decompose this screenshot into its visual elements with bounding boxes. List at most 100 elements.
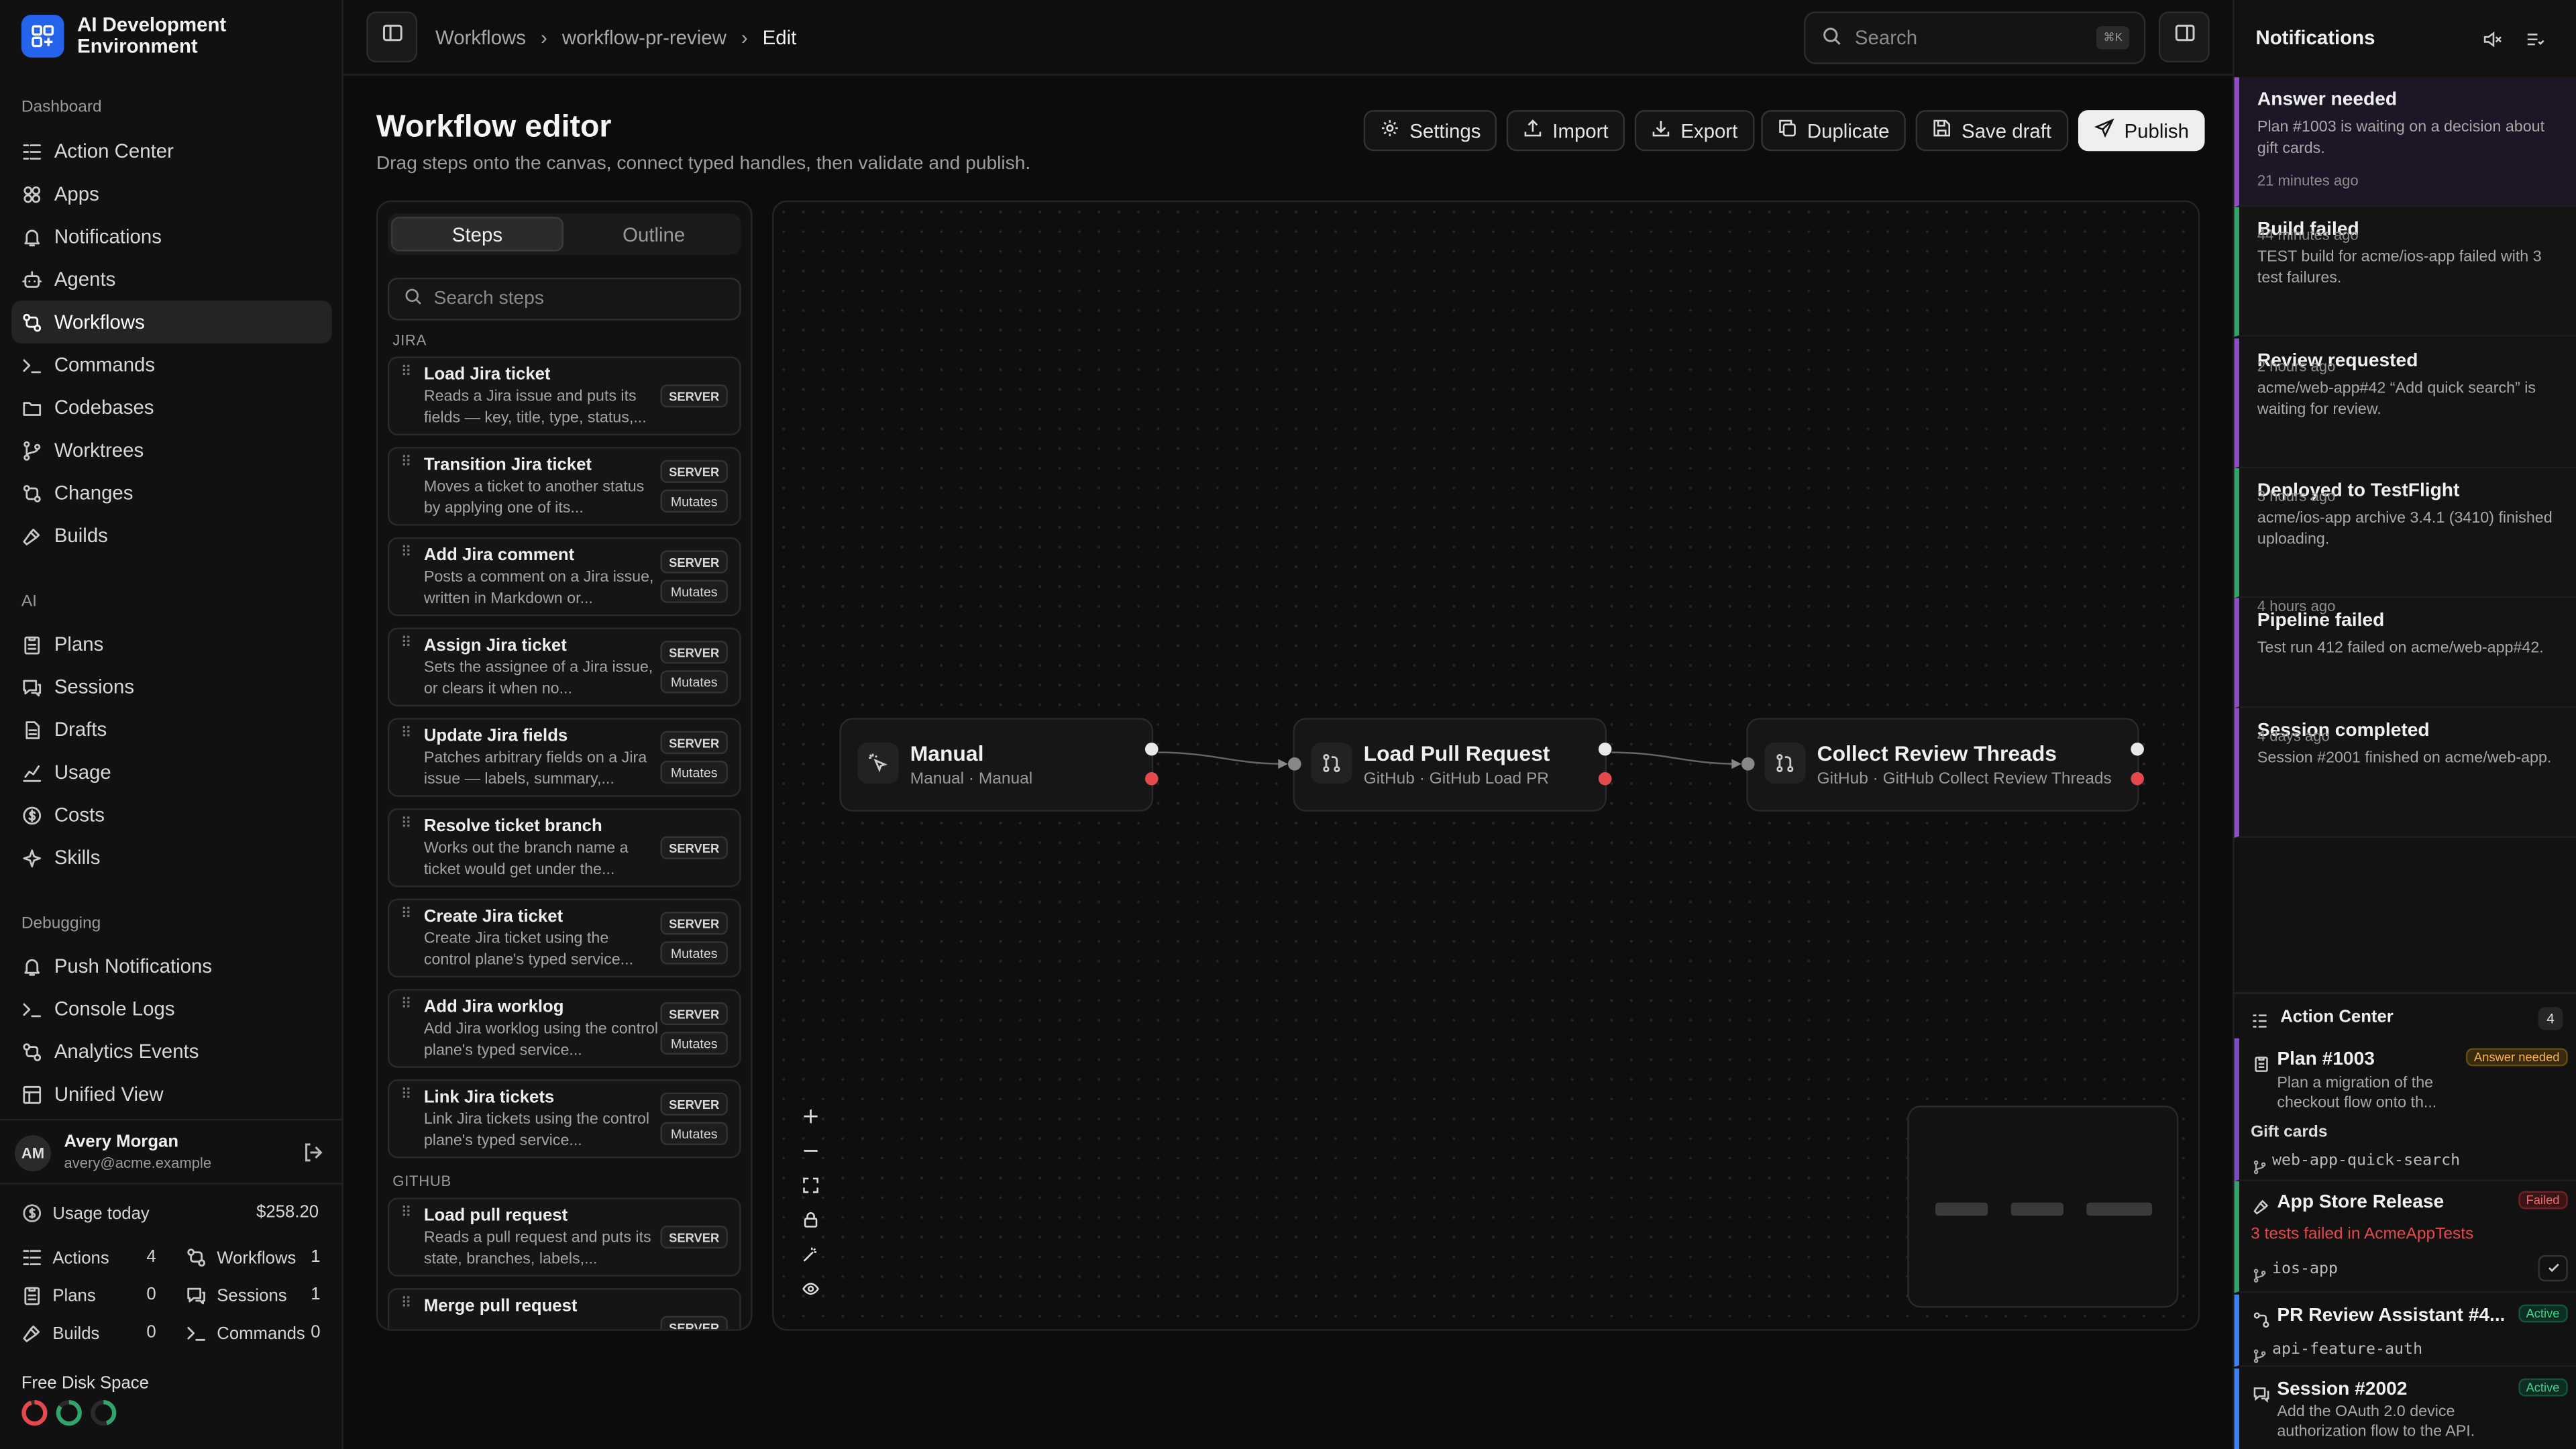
workflow-node-load-pull-request[interactable]: Load Pull Request GitHub · GitHub Load P… [1288, 718, 1612, 812]
edge[interactable] [1611, 751, 1740, 765]
input-handle[interactable] [1741, 757, 1755, 771]
toggle-notifications-button[interactable] [2158, 11, 2210, 63]
drag-handle-icon[interactable]: ⠿ [401, 1295, 412, 1310]
notification-item[interactable]: Pipeline failed Test run 412 failed on ac… [2234, 598, 2576, 708]
publish-button[interactable]: Publish [2078, 110, 2206, 152]
fit-view-icon[interactable] [794, 1168, 828, 1202]
sidebar-item-builds[interactable]: Builds [11, 515, 332, 557]
sidebar-item-commands[interactable]: Commands [11, 343, 332, 386]
toggle-sidebar-button[interactable] [366, 11, 418, 63]
global-search-input[interactable]: Search ⌘K [1804, 11, 2146, 64]
stat-actions[interactable]: Actions [21, 1247, 109, 1269]
stat-sessions[interactable]: Sessions [186, 1285, 287, 1306]
drag-handle-icon[interactable]: ⠿ [401, 996, 412, 1011]
drag-handle-icon[interactable]: ⠿ [401, 454, 412, 469]
drag-handle-icon[interactable]: ⠿ [401, 364, 412, 378]
drag-handle-icon[interactable]: ⠿ [401, 1205, 412, 1220]
sidebar-item-skills[interactable]: Skills [11, 837, 332, 879]
tab-outline[interactable]: Outline [572, 217, 736, 251]
sidebar-item-drafts[interactable]: Drafts [11, 708, 332, 751]
notification-item[interactable]: Review requested acme/web-app#42 “Add qui… [2234, 338, 2576, 468]
sidebar-item-sessions[interactable]: Sessions [11, 665, 332, 708]
sidebar-item-console-logs[interactable]: Console Logs [11, 987, 332, 1030]
action-item-pr-review-assistant[interactable]: PR Review Assistant #4... Active api-fea… [2234, 1294, 2576, 1367]
notification-item[interactable]: Session completed Session #2001 finished … [2234, 708, 2576, 838]
output-handle[interactable] [1144, 742, 1159, 756]
sidebar-item-workflows[interactable]: Workflows [11, 301, 332, 343]
sidebar-item-agents[interactable]: Agents [11, 258, 332, 301]
import-button[interactable]: Import [1506, 110, 1625, 152]
workflow-node-collect-review-threads[interactable]: Collect Review Threads GitHub · GitHub C… [1741, 718, 2144, 812]
error-handle[interactable] [1144, 772, 1159, 786]
workflow-node-manual[interactable]: Manual Manual · Manual [839, 718, 1159, 812]
sidebar-item-notifications[interactable]: Notifications [11, 215, 332, 258]
duplicate-button[interactable]: Duplicate [1761, 110, 1906, 152]
output-handle[interactable] [1598, 742, 1612, 756]
mute-icon[interactable] [2482, 28, 2502, 58]
action-item-plan[interactable]: Plan #1003 Answer needed Plan a migratio… [2234, 1038, 2576, 1181]
brand[interactable]: AI Development Environment [21, 14, 274, 58]
save-draft-button[interactable]: Save draft [1915, 110, 2068, 152]
mark-all-read-icon[interactable] [2525, 28, 2544, 58]
drag-handle-icon[interactable]: ⠿ [401, 816, 412, 830]
notification-item[interactable]: Build failed TEST build for acme/ios-app … [2234, 207, 2576, 337]
sidebar-item-changes[interactable]: Changes [11, 472, 332, 515]
drag-handle-icon[interactable]: ⠿ [401, 725, 412, 740]
step-card[interactable]: ⠿ Resolve ticket branch Works out the bran… [387, 808, 741, 888]
step-card[interactable]: ⠿ Link Jira tickets Link Jira tickets usin… [387, 1079, 741, 1159]
stat-plans[interactable]: Plans [21, 1285, 96, 1306]
edge[interactable] [1158, 751, 1287, 765]
acknowledge-button[interactable] [2538, 1255, 2568, 1282]
stat-builds[interactable]: Builds [21, 1322, 99, 1344]
tab-steps[interactable]: Steps [390, 217, 564, 252]
step-card[interactable]: ⠿ Assign Jira ticket Sets the assignee of … [387, 627, 741, 707]
sidebar-item-plans[interactable]: Plans [11, 623, 332, 665]
eye-icon[interactable] [794, 1272, 828, 1306]
step-card[interactable]: ⠿ Create Jira ticket Create Jira ticket us… [387, 898, 741, 978]
sidebar-item-apps[interactable]: Apps [11, 172, 332, 215]
disk-ring[interactable] [21, 1400, 48, 1426]
workflow-canvas[interactable]: Manual Manual · Manual Load Pull Request… [772, 200, 2200, 1331]
settings-button[interactable]: Settings [1363, 110, 1497, 152]
notification-item[interactable]: Deployed to TestFlight acme/ios-app archi… [2234, 468, 2576, 598]
step-card[interactable]: ⠿ Update Jira fields Patches arbitrary fie… [387, 718, 741, 797]
notification-item[interactable]: Answer needed Plan #1003 is waiting on a … [2234, 77, 2576, 207]
export-button[interactable]: Export [1634, 110, 1754, 152]
step-card[interactable]: ⠿ Merge pull request SERVER [387, 1288, 741, 1330]
zoom-out-icon[interactable] [794, 1134, 828, 1168]
auto-layout-icon[interactable] [794, 1237, 828, 1271]
step-card[interactable]: ⠿ Add Jira comment Posts a comment on a Ji… [387, 537, 741, 616]
breadcrumb-workflows[interactable]: Workflows [435, 26, 526, 49]
drag-handle-icon[interactable]: ⠿ [401, 1087, 412, 1102]
user-profile[interactable]: AM Avery Morgan avery@acme.example [0, 1118, 343, 1185]
error-handle[interactable] [2131, 772, 2144, 786]
lock-icon[interactable] [794, 1203, 828, 1237]
sidebar-item-usage[interactable]: Usage [11, 751, 332, 794]
sidebar-item-unified-view[interactable]: Unified View [11, 1073, 332, 1116]
logout-icon[interactable] [303, 1142, 324, 1171]
sidebar-item-codebases[interactable]: Codebases [11, 386, 332, 429]
sidebar-item-action-center[interactable]: Action Center [11, 129, 332, 172]
output-handle[interactable] [2131, 742, 2144, 756]
minimap[interactable] [1907, 1106, 2179, 1308]
step-card[interactable]: ⠿ Transition Jira ticket Moves a ticket to… [387, 447, 741, 526]
drag-handle-icon[interactable]: ⠿ [401, 545, 412, 559]
sidebar-item-analytics-events[interactable]: Analytics Events [11, 1030, 332, 1073]
stat-workflows[interactable]: Workflows [186, 1247, 296, 1269]
step-card[interactable]: ⠿ Add Jira worklog Add Jira worklog using … [387, 989, 741, 1068]
step-card[interactable]: ⠿ Load pull request Reads a pull request a… [387, 1197, 741, 1277]
badge-mutates: Mutates [660, 489, 728, 513]
input-handle[interactable] [1288, 757, 1301, 771]
step-search-input[interactable]: Search steps [387, 277, 741, 321]
zoom-in-icon[interactable] [794, 1099, 828, 1133]
sidebar-item-push-notifications[interactable]: Push Notifications [11, 945, 332, 987]
step-card[interactable]: ⠿ Load Jira ticket Reads a Jira issue and … [387, 356, 741, 435]
action-item-session[interactable]: Session #2002 Active Add the OAuth 2.0 d… [2234, 1368, 2576, 1449]
error-handle[interactable] [1598, 772, 1612, 786]
sidebar-item-costs[interactable]: Costs [11, 794, 332, 837]
drag-handle-icon[interactable]: ⠿ [401, 906, 412, 921]
sidebar-item-worktrees[interactable]: Worktrees [11, 429, 332, 472]
drag-handle-icon[interactable]: ⠿ [401, 635, 412, 650]
breadcrumb-workflow[interactable]: workflow-pr-review [562, 26, 727, 49]
action-item-app-store-release[interactable]: App Store Release Failed 3 tests failed … [2234, 1181, 2576, 1293]
